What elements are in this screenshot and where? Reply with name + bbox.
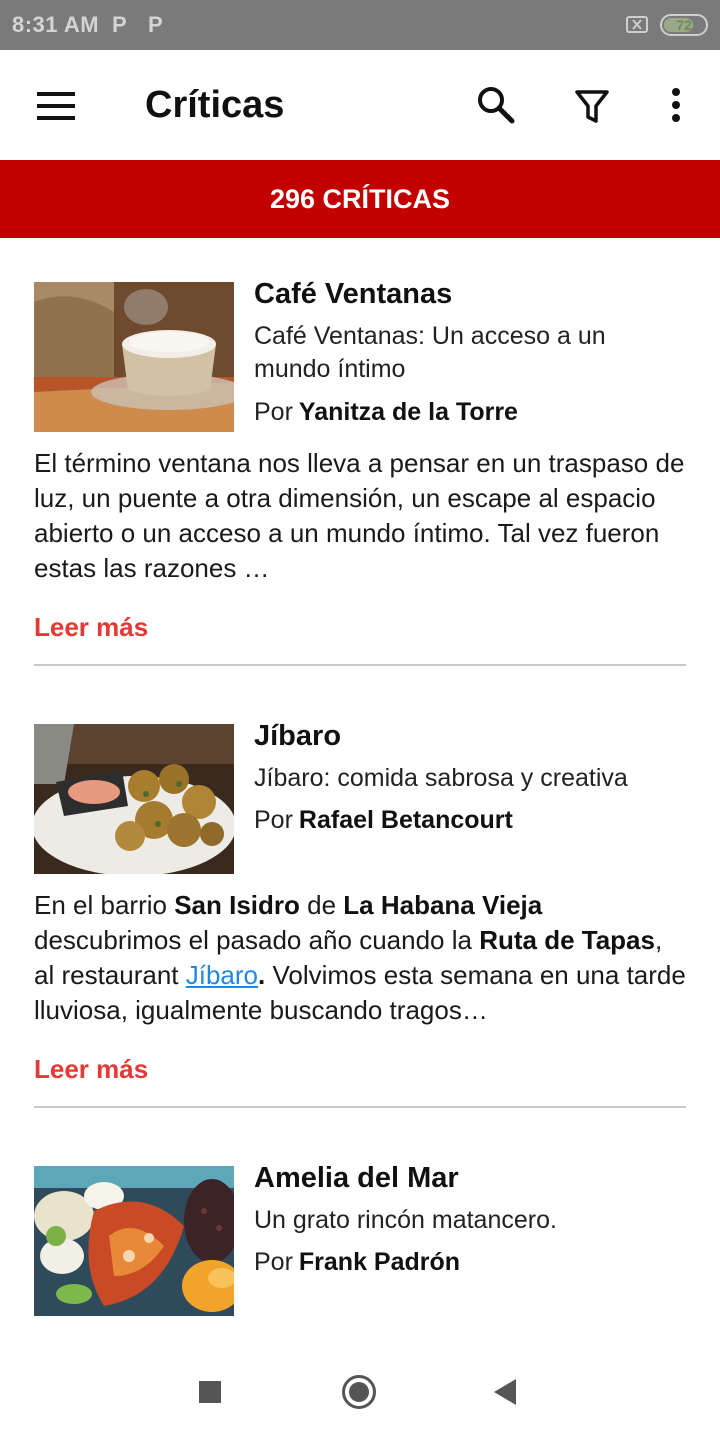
review-author[interactable]: Rafael Betancourt bbox=[299, 806, 513, 834]
review-author-line: Por Frank Padrón bbox=[254, 1248, 460, 1277]
back-icon[interactable] bbox=[494, 1379, 516, 1405]
review-item[interactable]: Jíbaro Jíbaro: comida sabrosa y creativa… bbox=[34, 720, 686, 1108]
filter-icon[interactable] bbox=[566, 80, 618, 132]
review-author[interactable]: Yanitza de la Torre bbox=[299, 398, 518, 426]
author-prefix: Por bbox=[254, 806, 293, 834]
review-item[interactable]: Café Ventanas Café Ventanas: Un acceso a… bbox=[34, 278, 686, 666]
status-bar: 8:31 AM P P 72 bbox=[0, 0, 720, 50]
page-title: Críticas bbox=[145, 84, 285, 126]
system-nav-bar bbox=[0, 1350, 720, 1440]
app-bar: Críticas bbox=[0, 50, 720, 160]
divider bbox=[34, 1106, 686, 1108]
review-author-line: Por Rafael Betancourt bbox=[254, 806, 513, 835]
battery-icon: 72 bbox=[660, 14, 708, 36]
review-author-line: Por Yanitza de la Torre bbox=[254, 398, 518, 427]
home-icon[interactable] bbox=[342, 1375, 376, 1409]
event-name: Ruta de Tapas bbox=[479, 925, 655, 955]
review-excerpt: En el barrio San Isidro de La Habana Vie… bbox=[34, 890, 686, 1025]
read-more-link[interactable]: Leer más bbox=[34, 612, 148, 643]
recents-icon[interactable] bbox=[199, 1381, 221, 1403]
no-sim-icon bbox=[626, 16, 648, 33]
author-prefix: Por bbox=[254, 1248, 293, 1276]
notification-p-icon: P bbox=[112, 12, 127, 37]
divider bbox=[34, 664, 686, 666]
review-title[interactable]: Amelia del Mar bbox=[254, 1162, 459, 1195]
place-name: La Habana Vieja bbox=[343, 890, 543, 920]
review-subtitle: Café Ventanas: Un acceso a un mundo ínti… bbox=[254, 322, 606, 383]
seafood-dish-image[interactable] bbox=[34, 1166, 234, 1316]
battery-level: 72 bbox=[676, 17, 692, 33]
reviews-count-banner: 296 CRÍTICAS bbox=[0, 160, 720, 238]
review-subtitle: Un grato rincón matancero. bbox=[254, 1206, 557, 1234]
menu-icon[interactable] bbox=[30, 80, 82, 132]
restaurant-link[interactable]: Jíbaro bbox=[186, 960, 258, 990]
author-prefix: Por bbox=[254, 398, 293, 426]
more-vert-icon[interactable] bbox=[650, 80, 702, 132]
search-icon[interactable] bbox=[470, 80, 522, 132]
review-excerpt: El término ventana nos lleva a pensar en… bbox=[34, 448, 685, 583]
review-subtitle: Jíbaro: comida sabrosa y creativa bbox=[254, 764, 628, 792]
fritters-plate-image[interactable] bbox=[34, 724, 234, 874]
review-title[interactable]: Jíbaro bbox=[254, 720, 341, 753]
status-time: 8:31 AM bbox=[12, 12, 100, 37]
review-title[interactable]: Café Ventanas bbox=[254, 278, 452, 311]
place-name: San Isidro bbox=[174, 890, 300, 920]
notification-p-icon: P bbox=[148, 12, 163, 37]
read-more-link[interactable]: Leer más bbox=[34, 1054, 148, 1085]
review-item[interactable]: Amelia del Mar Un grato rincón matancero… bbox=[34, 1162, 686, 1336]
coffee-cup-image[interactable] bbox=[34, 282, 234, 432]
review-author[interactable]: Frank Padrón bbox=[299, 1248, 460, 1276]
